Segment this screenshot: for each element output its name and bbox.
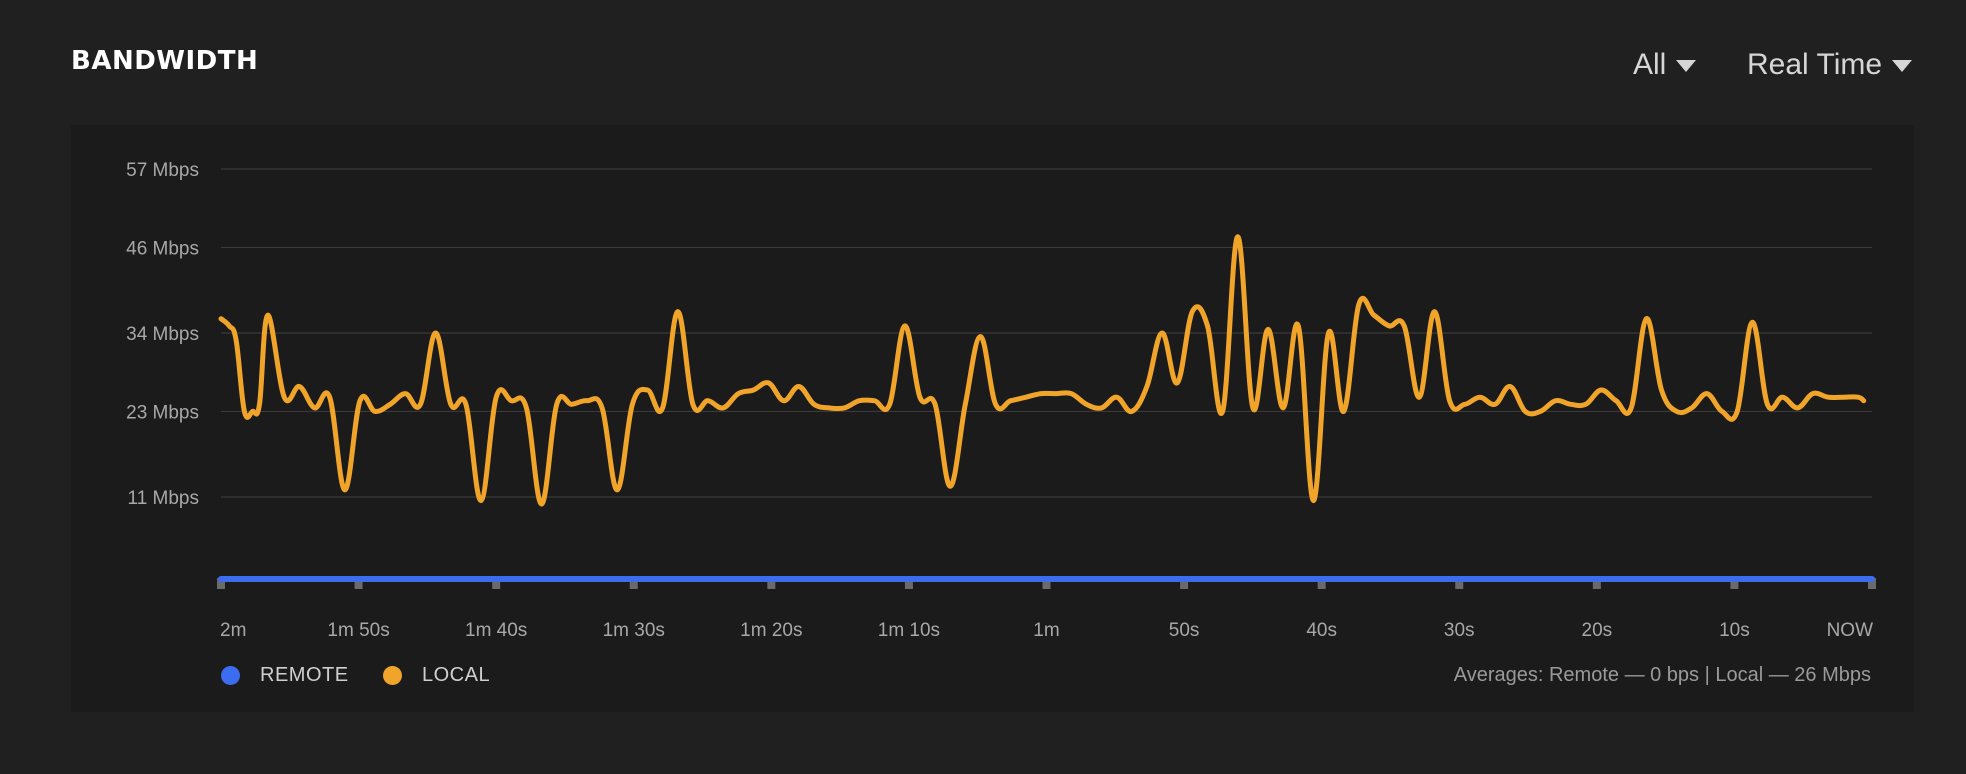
y-tick-label: 23 Mbps bbox=[126, 402, 199, 423]
bandwidth-chart: 57 Mbps 46 Mbps 34 Mbps 23 Mbps 11 Mbps 2m 1m … bbox=[126, 160, 1876, 641]
y-tick-label: 57 Mbps bbox=[126, 160, 199, 181]
x-tick-label: 20s bbox=[1582, 620, 1613, 641]
x-tick-label: 1m 40s bbox=[465, 620, 527, 641]
x-tick-label: 1m 50s bbox=[327, 620, 389, 641]
x-tick-label: 10s bbox=[1719, 620, 1750, 641]
averages-text: Averages: Remote — 0 bps | Local — 26 Mb… bbox=[1453, 664, 1871, 686]
legend-label-remote: REMOTE bbox=[260, 664, 349, 686]
x-tick-label: 1m 10s bbox=[878, 620, 940, 641]
x-tick-label: 1m bbox=[1033, 620, 1059, 641]
x-tick-label: 1m 30s bbox=[603, 620, 665, 641]
x-tick-label: NOW bbox=[1827, 620, 1874, 641]
x-tick-label: 40s bbox=[1306, 620, 1337, 641]
legend-label-local: LOCAL bbox=[422, 664, 491, 686]
legend-item-local: LOCAL bbox=[383, 664, 490, 687]
y-tick-label: 11 Mbps bbox=[128, 488, 199, 509]
y-tick-label: 46 Mbps bbox=[126, 238, 199, 259]
local-dot-icon bbox=[383, 666, 402, 685]
series-line-local bbox=[218, 234, 1867, 507]
y-tick-label: 34 Mbps bbox=[126, 324, 199, 345]
bandwidth-widget: BANDWIDTH All Real Time 57 Mbps 46 Mbps 34… bbox=[0, 0, 1966, 774]
legend-item-remote: REMOTE bbox=[221, 664, 349, 687]
x-tick-label: 30s bbox=[1444, 620, 1475, 641]
x-tick-label: 50s bbox=[1169, 620, 1200, 641]
x-tick-label: 2m bbox=[220, 620, 246, 641]
remote-dot-icon bbox=[221, 666, 240, 685]
x-tick-label: 1m 20s bbox=[740, 620, 802, 641]
